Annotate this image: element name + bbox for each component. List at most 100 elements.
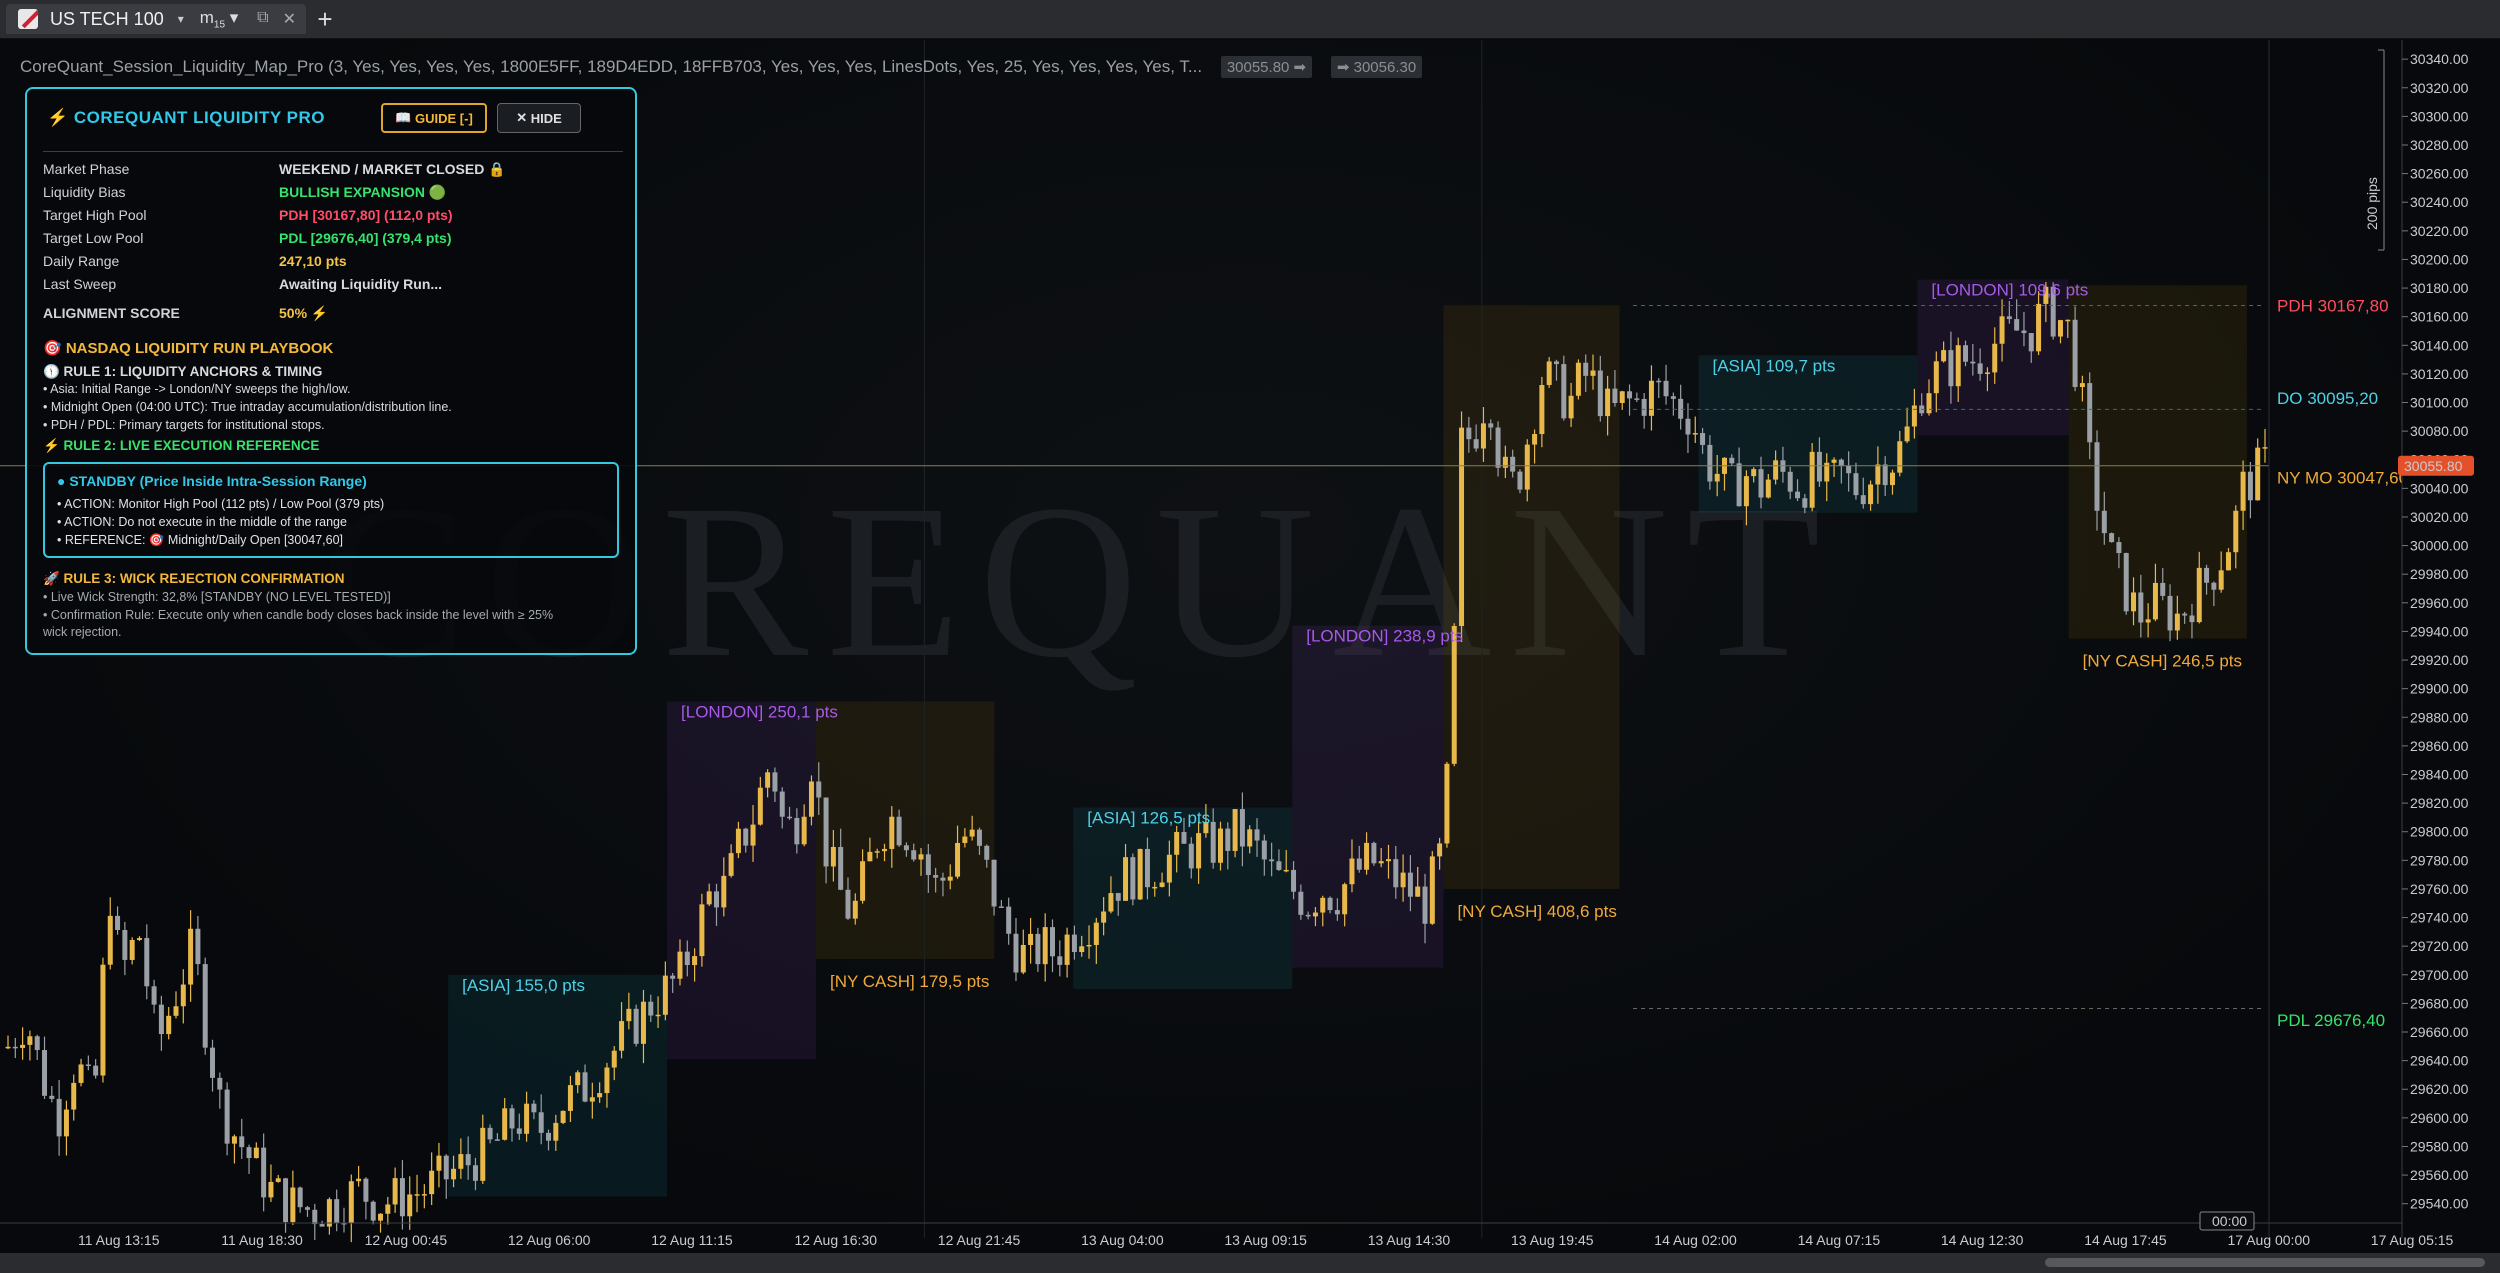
new-tab-button[interactable]: + bbox=[310, 4, 340, 35]
candle-body bbox=[969, 829, 975, 837]
candle-body bbox=[2204, 567, 2210, 583]
candle-body bbox=[1590, 370, 1596, 376]
candle-body bbox=[882, 848, 888, 852]
y-tick-label: 29940.00 bbox=[2410, 623, 2469, 639]
candle-body bbox=[1926, 393, 1932, 414]
candle-body bbox=[1217, 828, 1223, 863]
price-box-a[interactable]: 30055.80 ➡ bbox=[1220, 56, 1313, 78]
candle-body bbox=[1334, 910, 1340, 915]
candle-body bbox=[1466, 427, 1472, 440]
y-tick-label: 29620.00 bbox=[2410, 1081, 2469, 1097]
candle-body bbox=[1692, 433, 1698, 435]
candle-body bbox=[173, 1006, 179, 1016]
candle-body bbox=[246, 1147, 252, 1159]
detach-icon[interactable]: ⧉ bbox=[257, 9, 268, 29]
candle-body bbox=[1889, 472, 1895, 486]
x-tick-label: 17 Aug 00:00 bbox=[2228, 1232, 2311, 1248]
alignment-value: 50% ⚡ bbox=[279, 305, 329, 321]
candle-body bbox=[1451, 625, 1457, 764]
candle-body bbox=[2072, 319, 2078, 388]
y-tick-label: 30160.00 bbox=[2410, 309, 2469, 325]
candle-body bbox=[421, 1194, 427, 1196]
session-boxes bbox=[448, 279, 2247, 1197]
candle-body bbox=[867, 851, 873, 862]
close-tab-icon[interactable]: ✕ bbox=[283, 9, 296, 29]
guide-label: GUIDE [-] bbox=[415, 110, 473, 126]
candle-body bbox=[808, 781, 814, 817]
candle-body bbox=[860, 861, 866, 901]
candle-body bbox=[1254, 829, 1260, 841]
candle-body bbox=[436, 1155, 442, 1171]
timeframe-selector[interactable]: m15 ▾ bbox=[200, 8, 239, 30]
candle-body bbox=[1853, 473, 1859, 496]
candle-body bbox=[1181, 832, 1187, 844]
y-tick-label: 30080.00 bbox=[2410, 423, 2469, 439]
y-tick-label: 29960.00 bbox=[2410, 595, 2469, 611]
rule3-line: • Live Wick Strength: 32,8% [STANDBY (NO… bbox=[43, 590, 391, 604]
candle-body bbox=[224, 1089, 230, 1144]
y-tick-label: 30040.00 bbox=[2410, 480, 2469, 496]
candle-body bbox=[2233, 510, 2239, 553]
candle-body bbox=[399, 1178, 405, 1217]
candle-body bbox=[465, 1154, 471, 1166]
candle-body bbox=[1356, 858, 1362, 870]
x-tick-label: 12 Aug 11:15 bbox=[651, 1232, 733, 1248]
price-b: 30056.30 bbox=[1353, 59, 1417, 76]
candle-body bbox=[903, 845, 909, 851]
y-tick-label: 30280.00 bbox=[2410, 137, 2469, 153]
row-value: 247,10 pts bbox=[279, 253, 347, 269]
candle-body bbox=[692, 956, 698, 966]
candle-body bbox=[1006, 906, 1012, 934]
tab-us-tech-100[interactable]: US TECH 100 ▾ m15 ▾ ⧉ ✕ bbox=[6, 4, 306, 34]
candle-body bbox=[1729, 457, 1735, 464]
candle-body bbox=[1963, 345, 1969, 362]
candle-body bbox=[34, 1036, 40, 1051]
candle-body bbox=[991, 859, 997, 907]
candle-body bbox=[429, 1170, 435, 1195]
candle-body bbox=[480, 1127, 486, 1181]
candle-body bbox=[487, 1127, 493, 1140]
candle-body bbox=[794, 817, 800, 845]
session-label-nycash: [NY CASH] 408,6 pts bbox=[1457, 902, 1616, 921]
liquidity-panel: ⚡ COREQUANT LIQUIDITY PRO 📖 GUIDE [-] ✕ … bbox=[25, 87, 637, 655]
candle-body bbox=[787, 816, 793, 819]
candle-body bbox=[1247, 829, 1253, 847]
candle-body bbox=[546, 1132, 552, 1141]
y-tick-label: 29580.00 bbox=[2410, 1138, 2469, 1154]
candle-body bbox=[1071, 934, 1077, 953]
x-tick-label: 11 Aug 18:30 bbox=[221, 1232, 303, 1248]
candle-body bbox=[1407, 872, 1413, 897]
candle-body bbox=[2225, 552, 2231, 571]
candle-body bbox=[20, 1044, 26, 1048]
price-box-b[interactable]: ➡ 30056.30 bbox=[1330, 56, 1423, 78]
scrollbar-thumb[interactable] bbox=[2045, 1258, 2485, 1267]
candle-body bbox=[604, 1067, 610, 1094]
candle-body bbox=[1437, 843, 1443, 857]
candle-body bbox=[2065, 319, 2071, 322]
candle-body bbox=[370, 1201, 376, 1221]
x-tick-label: 12 Aug 06:00 bbox=[508, 1232, 591, 1248]
rule1-line: • Asia: Initial Range -> London/NY sweep… bbox=[43, 382, 351, 396]
candle-body bbox=[1488, 423, 1494, 428]
candle-body bbox=[1999, 316, 2005, 344]
candle-body bbox=[1546, 361, 1552, 385]
candle-body bbox=[633, 1008, 639, 1044]
candle-body bbox=[1064, 934, 1070, 965]
candle-body bbox=[1283, 869, 1289, 872]
candle-body bbox=[1371, 842, 1377, 864]
rule1-title: 🕦 RULE 1: LIQUIDITY ANCHORS & TIMING bbox=[43, 364, 323, 379]
candle-body bbox=[896, 816, 902, 846]
indicator-label[interactable]: CoreQuant_Session_Liquidity_Map_Pro (3, … bbox=[20, 56, 1423, 78]
row-key: Target Low Pool bbox=[43, 230, 144, 246]
tab-symbol[interactable]: US TECH 100 bbox=[50, 9, 164, 30]
candle-body bbox=[1605, 388, 1611, 417]
y-tick-label: 30340.00 bbox=[2410, 51, 2469, 67]
hide-button[interactable]: ✕ HIDE bbox=[497, 103, 581, 133]
guide-button[interactable]: 📖 GUIDE [-] bbox=[381, 103, 487, 133]
symbol-dropdown-icon[interactable]: ▾ bbox=[178, 12, 184, 26]
candle-body bbox=[2094, 442, 2100, 511]
candle-body bbox=[2211, 582, 2217, 590]
alignment-key: ALIGNMENT SCORE bbox=[43, 305, 180, 321]
candle-body bbox=[1196, 833, 1202, 869]
y-tick-label: 30000.00 bbox=[2410, 538, 2469, 554]
